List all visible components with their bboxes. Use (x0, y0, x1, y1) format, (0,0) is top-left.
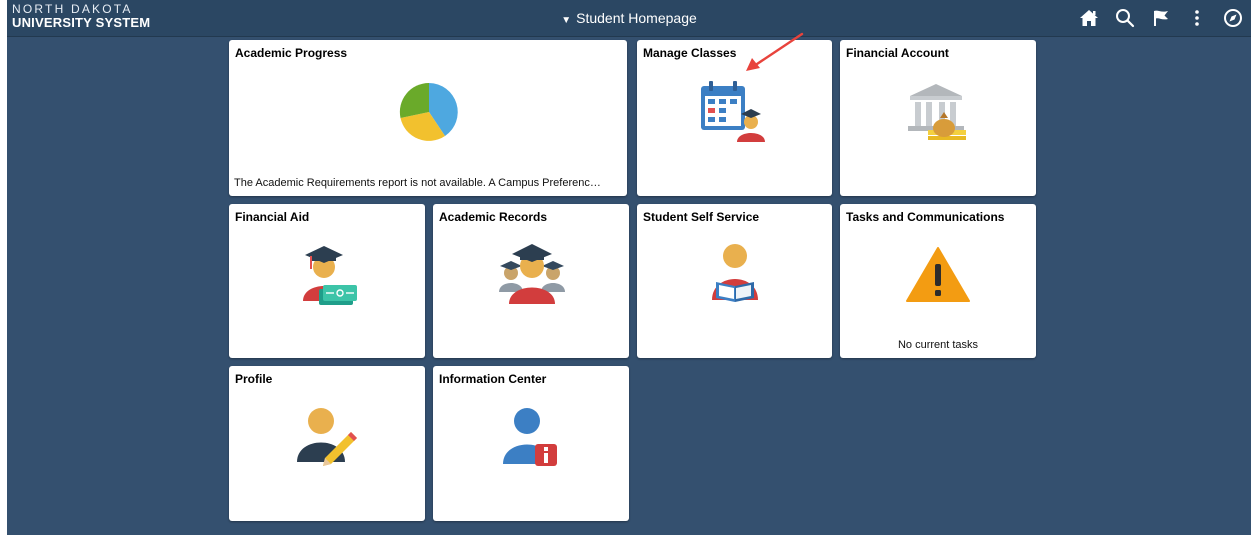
tile-student-self-service[interactable]: Student Self Service (637, 204, 832, 358)
graduate-money-icon (303, 246, 357, 305)
page-title-menu[interactable]: ▼ Student Homepage (7, 10, 1251, 26)
graduates-group-icon (499, 244, 565, 304)
tile-title: Academic Progress (235, 46, 348, 60)
flag-icon[interactable] (1143, 0, 1179, 36)
person-pencil-icon (297, 408, 357, 466)
header-bar: NORTH DAKOTA UNIVERSITY SYSTEM ▼ Student … (7, 0, 1251, 37)
tile-title: Manage Classes (643, 46, 737, 60)
home-icon[interactable] (1071, 0, 1107, 36)
tile-title: Profile (235, 372, 273, 386)
page-background (7, 0, 1251, 535)
tile-financial-aid[interactable]: Financial Aid (229, 204, 425, 358)
tile-tasks-communications[interactable]: Tasks and Communications No current task… (840, 204, 1036, 358)
tile-profile[interactable]: Profile (229, 366, 425, 521)
tile-title: Financial Aid (235, 210, 310, 224)
more-options-icon[interactable] (1179, 0, 1215, 36)
pie-chart-icon (399, 82, 458, 141)
tile-title: Academic Records (439, 210, 548, 224)
tile-academic-progress[interactable]: Academic Progress The Academic Requireme… (229, 40, 627, 196)
tile-academic-records[interactable]: Academic Records (433, 204, 629, 358)
warning-icon (906, 247, 970, 302)
calendar-student-icon (701, 81, 765, 142)
tile-title: Financial Account (846, 46, 949, 60)
caret-down-icon: ▼ (561, 15, 572, 26)
tile-financial-account[interactable]: Financial Account (840, 40, 1036, 196)
annotation-arrow (746, 32, 804, 71)
tasks-status: No current tasks (897, 339, 979, 351)
tile-information-center[interactable]: Information Center (433, 366, 629, 521)
tile-title: Tasks and Communications (846, 210, 1005, 224)
bank-money-icon (908, 84, 966, 140)
tile-status-message: The Academic Requirements report is not … (234, 177, 601, 189)
search-icon[interactable] (1107, 0, 1143, 36)
tile-title: Student Self Service (643, 210, 760, 224)
page-title: Student Homepage (576, 10, 697, 26)
person-info-icon (503, 408, 557, 466)
navbar-compass-icon[interactable] (1215, 0, 1251, 36)
header-actions (1071, 0, 1251, 36)
student-reading-icon (712, 244, 758, 302)
tile-title: Information Center (439, 372, 547, 386)
